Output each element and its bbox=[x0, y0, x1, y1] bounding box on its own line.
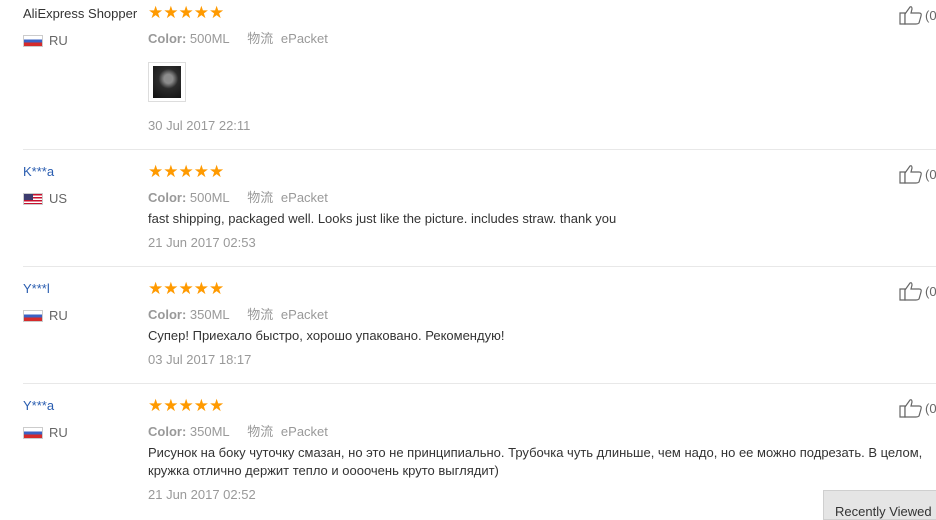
review-meta: Color: 350ML 物流 ePacket bbox=[148, 421, 342, 440]
color-label: Color: bbox=[148, 307, 187, 322]
thumbs-up-icon bbox=[899, 6, 922, 25]
helpful-count: (0 bbox=[925, 400, 936, 416]
us-flag-icon bbox=[23, 192, 43, 205]
country-code: US bbox=[49, 191, 68, 206]
shipping-label: 物流 bbox=[247, 307, 274, 322]
country-code: RU bbox=[49, 308, 68, 323]
rating-stars: ★★★★★ bbox=[148, 162, 225, 181]
reviewer-name[interactable]: Y***a bbox=[23, 398, 54, 413]
review-item: Y***a RU ★★★★★ Color: 350ML 物流 ePacket Р… bbox=[0, 384, 936, 512]
thumbs-up-icon bbox=[899, 165, 922, 184]
shipping-label: 物流 bbox=[247, 190, 274, 205]
review-photo-thumbnail[interactable] bbox=[148, 62, 186, 102]
review-date: 21 Jun 2017 02:52 bbox=[148, 487, 256, 502]
review-comment: Рисунок на боку чуточку смазан, но это н… bbox=[148, 445, 923, 478]
reviewer-name: AliExpress Shopper bbox=[23, 6, 138, 21]
rating-stars: ★★★★★ bbox=[148, 3, 225, 22]
color-value: 500ML bbox=[189, 190, 230, 205]
ru-flag-icon bbox=[23, 34, 43, 47]
review-date: 03 Jul 2017 18:17 bbox=[148, 352, 252, 367]
recently-viewed-tab[interactable]: Recently Viewed bbox=[823, 490, 936, 520]
color-label: Color: bbox=[148, 190, 187, 205]
ru-flag-icon bbox=[23, 309, 43, 322]
review-meta: Color: 500ML 物流 ePacket bbox=[148, 187, 342, 206]
rating-stars: ★★★★★ bbox=[148, 396, 225, 415]
helpful-button[interactable]: (0 bbox=[899, 398, 936, 418]
helpful-count: (0 bbox=[925, 7, 936, 23]
shipping-label: 物流 bbox=[247, 31, 274, 46]
helpful-count: (0 bbox=[925, 166, 936, 182]
reviewer-country: RU bbox=[23, 33, 68, 48]
reviewer-country: RU bbox=[23, 308, 68, 323]
rating-stars: ★★★★★ bbox=[148, 279, 225, 298]
helpful-count: (0 bbox=[925, 283, 936, 299]
review-comment: Супер! Приехало быстро, хорошо упаковано… bbox=[148, 328, 505, 343]
shipping-value: ePacket bbox=[280, 190, 328, 205]
thumbs-up-icon bbox=[899, 282, 922, 301]
review-item: K***a US ★★★★★ Color: 500ML 物流 ePacket f… bbox=[0, 150, 936, 267]
reviewer-country: US bbox=[23, 191, 67, 206]
review-comment: fast shipping, packaged well. Looks just… bbox=[148, 211, 617, 226]
country-code: RU bbox=[49, 33, 68, 48]
review-item: Y***l RU ★★★★★ Color: 350ML 物流 ePacket С… bbox=[0, 267, 936, 384]
reviewer-country: RU bbox=[23, 425, 68, 440]
review-meta: Color: 350ML 物流 ePacket bbox=[148, 304, 342, 323]
review-meta: Color: 500ML 物流 ePacket bbox=[148, 28, 342, 47]
shipping-value: ePacket bbox=[280, 31, 328, 46]
color-value: 350ML bbox=[189, 307, 230, 322]
helpful-button[interactable]: (0 bbox=[899, 164, 936, 184]
review-item: AliExpress Shopper RU ★★★★★ Color: 500ML… bbox=[0, 0, 936, 150]
color-value: 350ML bbox=[189, 424, 230, 439]
country-code: RU bbox=[49, 425, 68, 440]
shipping-label: 物流 bbox=[247, 424, 274, 439]
color-label: Color: bbox=[148, 424, 187, 439]
reviewer-name[interactable]: K***a bbox=[23, 164, 54, 179]
shipping-value: ePacket bbox=[280, 424, 328, 439]
color-value: 500ML bbox=[189, 31, 230, 46]
helpful-button[interactable]: (0 bbox=[899, 281, 936, 301]
reviewer-name[interactable]: Y***l bbox=[23, 281, 50, 296]
helpful-button[interactable]: (0 bbox=[899, 5, 936, 25]
thumbs-up-icon bbox=[899, 399, 922, 418]
photo-image bbox=[153, 66, 181, 98]
review-date: 21 Jun 2017 02:53 bbox=[148, 235, 256, 250]
shipping-value: ePacket bbox=[280, 307, 328, 322]
color-label: Color: bbox=[148, 31, 187, 46]
review-date: 30 Jul 2017 22:11 bbox=[148, 118, 251, 133]
ru-flag-icon bbox=[23, 426, 43, 439]
